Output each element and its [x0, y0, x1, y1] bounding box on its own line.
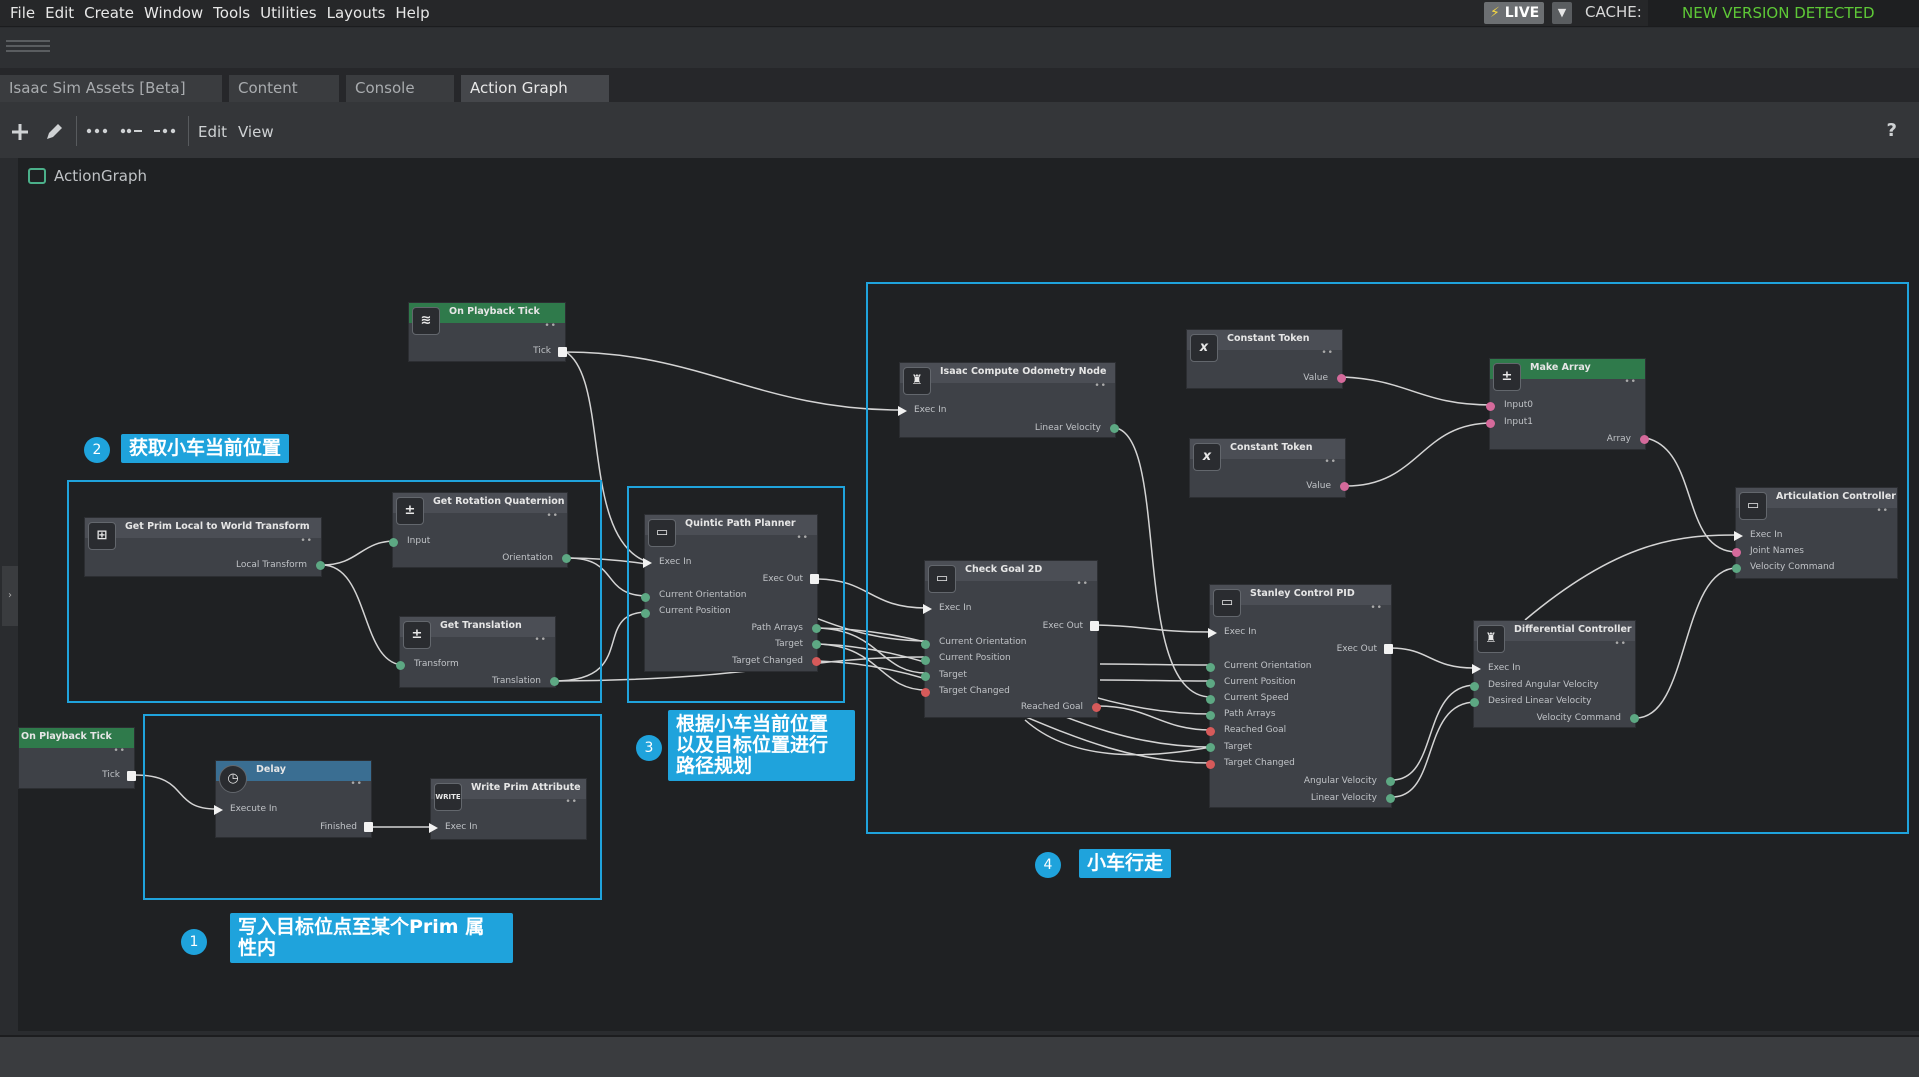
- annotation-number: 3: [636, 735, 662, 761]
- graph-icon: [28, 168, 46, 184]
- annotation-number: 2: [84, 437, 110, 463]
- annotation-number: 1: [181, 929, 207, 955]
- menu-layouts[interactable]: Layouts: [327, 4, 386, 22]
- wifi-icon: ≋: [412, 307, 440, 335]
- menu-create[interactable]: Create: [84, 4, 134, 22]
- menu-bar: File Edit Create Window Tools Utilities …: [0, 0, 1919, 27]
- annotation-box-3: [627, 486, 845, 703]
- port-label: Tick: [533, 346, 551, 356]
- tab-console[interactable]: Console: [346, 75, 454, 102]
- distribute-icon[interactable]: [120, 126, 142, 136]
- annotation-label: 根据小车当前位置 以及目标位置进行 路径规划: [668, 710, 855, 781]
- menu-help[interactable]: Help: [395, 4, 429, 22]
- tab-isaac-sim-assets[interactable]: Isaac Sim Assets [Beta]: [0, 75, 222, 102]
- tab-bar: Isaac Sim Assets [Beta] Content Console …: [0, 68, 1919, 102]
- annotation-box-4: [866, 282, 1909, 834]
- live-label: LIVE: [1504, 5, 1540, 21]
- menu-window[interactable]: Window: [144, 4, 203, 22]
- live-button[interactable]: ⚡ LIVE: [1484, 2, 1544, 24]
- align-horizontal-icon[interactable]: [86, 126, 108, 136]
- collapse-panel-button[interactable]: ›: [2, 566, 18, 626]
- exec-out-port[interactable]: [127, 771, 136, 781]
- pencil-icon[interactable]: [44, 122, 64, 142]
- annotation-box-2: [67, 480, 602, 703]
- node-on-playback-tick[interactable]: On Playback Tick ≋ •• Tick: [408, 302, 567, 362]
- bolt-icon: ⚡: [1490, 5, 1500, 21]
- node-title: On Playback Tick: [19, 728, 134, 748]
- more-icon[interactable]: ••: [544, 321, 557, 331]
- tab-action-graph[interactable]: Action Graph: [461, 75, 609, 102]
- annotation-label: 写入目标位点至某个Prim 属 性内: [230, 913, 513, 963]
- menu-file[interactable]: File: [10, 4, 35, 22]
- annotation-box-1: [143, 714, 602, 900]
- menu-edit[interactable]: Edit: [45, 4, 74, 22]
- add-icon[interactable]: [10, 122, 30, 142]
- toolbar-divider: [76, 116, 77, 146]
- menu-tools[interactable]: Tools: [213, 4, 250, 22]
- port-label: Tick: [102, 770, 120, 780]
- help-icon[interactable]: ?: [1887, 120, 1897, 141]
- toolbar-view-menu[interactable]: View: [238, 123, 274, 141]
- chevron-down-icon: ▼: [1557, 6, 1567, 19]
- status-bar: [0, 1035, 1919, 1077]
- cache-status[interactable]: NEW VERSION DETECTED: [1648, 0, 1919, 26]
- annotation-label: 获取小车当前位置: [121, 434, 290, 463]
- menu-items: File Edit Create Window Tools Utilities …: [10, 4, 430, 22]
- toolbar-divider: [188, 116, 189, 146]
- tab-content[interactable]: Content: [229, 75, 339, 102]
- node-on-playback-tick-2[interactable]: On Playback Tick •• Tick: [18, 727, 136, 789]
- isaac-sim-window: File Edit Create Window Tools Utilities …: [0, 0, 1919, 1077]
- more-icon[interactable]: ••: [113, 746, 126, 756]
- exec-out-port[interactable]: [558, 347, 567, 357]
- live-dropdown-button[interactable]: ▼: [1552, 2, 1572, 24]
- graph-toolbar: Edit View ?: [0, 102, 1919, 158]
- annotation-label: 小车行走: [1079, 849, 1172, 878]
- cache-label: CACHE:: [1585, 3, 1642, 21]
- graph-title: ActionGraph: [54, 167, 147, 185]
- annotation-number: 4: [1035, 852, 1061, 878]
- toolbar-edit-menu[interactable]: Edit: [198, 123, 227, 141]
- menu-utilities[interactable]: Utilities: [260, 4, 316, 22]
- layout-icon[interactable]: [154, 126, 176, 136]
- dock-handle-strip: [0, 28, 1919, 68]
- drag-handle-icon[interactable]: [6, 40, 50, 54]
